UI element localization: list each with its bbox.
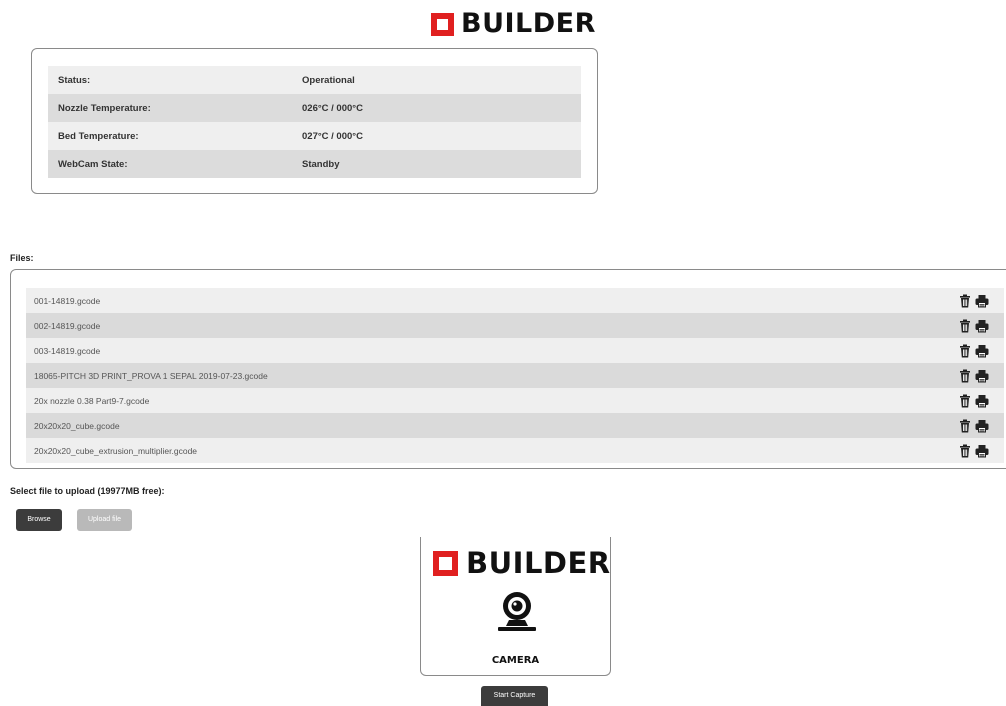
logo-text: BUILDER <box>461 8 596 39</box>
trash-icon[interactable] <box>958 394 972 408</box>
start-capture-button[interactable]: Start Capture <box>481 686 548 706</box>
file-row[interactable]: 003-14819.gcode <box>26 338 1004 363</box>
file-row[interactable]: 18065-PITCH 3D PRINT_PROVA 1 SEPAL 2019-… <box>26 363 1004 388</box>
file-actions <box>958 444 989 458</box>
printer-icon[interactable] <box>975 419 989 433</box>
webcam-icon <box>498 592 536 631</box>
trash-icon[interactable] <box>958 444 972 458</box>
printer-icon[interactable] <box>975 394 989 408</box>
printer-icon[interactable] <box>975 369 989 383</box>
file-row[interactable]: 002-14819.gcode <box>26 313 1004 338</box>
camera-builder-logo: BUILDER <box>433 548 611 578</box>
status-label: Status: <box>48 66 302 94</box>
trash-icon[interactable] <box>958 369 972 383</box>
nozzle-temperature-row: Nozzle Temperature: 026°C / 000°C <box>48 94 581 122</box>
file-row[interactable]: 20x20x20_cube_extrusion_multiplier.gcode <box>26 438 1004 463</box>
files-panel[interactable]: 001-14819.gcode 002-14819.gcode 003-1481… <box>10 269 1006 469</box>
file-actions <box>958 294 989 308</box>
file-actions <box>958 394 989 408</box>
status-value: Operational <box>302 66 581 94</box>
nozzle-temperature-value: 026°C / 000°C <box>302 94 581 122</box>
file-name[interactable]: 002-14819.gcode <box>34 321 100 331</box>
webcam-state-label: WebCam State: <box>48 150 302 178</box>
file-name[interactable]: 001-14819.gcode <box>34 296 100 306</box>
webcam-state-row: WebCam State: Standby <box>48 150 581 178</box>
printer-icon[interactable] <box>975 294 989 308</box>
printer-icon[interactable] <box>975 444 989 458</box>
file-actions <box>958 369 989 383</box>
trash-icon[interactable] <box>958 344 972 358</box>
trash-icon[interactable] <box>958 294 972 308</box>
status-table: Status: Operational Nozzle Temperature: … <box>48 66 581 178</box>
file-name[interactable]: 20x20x20_cube_extrusion_multiplier.gcode <box>34 446 197 456</box>
browse-button[interactable]: Browse <box>16 509 62 531</box>
trash-icon[interactable] <box>958 319 972 333</box>
logo-square-icon <box>431 12 454 36</box>
file-list: 001-14819.gcode 002-14819.gcode 003-1481… <box>26 288 1004 463</box>
builder-logo: BUILDER <box>431 10 596 38</box>
files-title: Files: <box>10 253 34 263</box>
file-actions <box>958 344 989 358</box>
logo-square-icon <box>433 550 458 576</box>
webcam-state-value: Standby <box>302 150 581 178</box>
printer-icon[interactable] <box>975 344 989 358</box>
file-name[interactable]: 20x20x20_cube.gcode <box>34 421 120 431</box>
bed-temperature-label: Bed Temperature: <box>48 122 302 150</box>
bed-temperature-row: Bed Temperature: 027°C / 000°C <box>48 122 581 150</box>
status-row: Status: Operational <box>48 66 581 94</box>
printer-icon[interactable] <box>975 319 989 333</box>
upload-label: Select file to upload (19977MB free): <box>10 486 165 496</box>
nozzle-temperature-label: Nozzle Temperature: <box>48 94 302 122</box>
file-actions <box>958 419 989 433</box>
upload-file-button[interactable]: Upload file <box>77 509 132 531</box>
file-row[interactable]: 001-14819.gcode <box>26 288 1004 313</box>
file-actions <box>958 319 989 333</box>
file-row[interactable]: 20x nozzle 0.38 Part9-7.gcode <box>26 388 1004 413</box>
status-panel: Status: Operational Nozzle Temperature: … <box>31 48 598 194</box>
camera-label: CAMERA <box>491 655 540 666</box>
file-name[interactable]: 003-14819.gcode <box>34 346 100 356</box>
trash-icon[interactable] <box>958 419 972 433</box>
bed-temperature-value: 027°C / 000°C <box>302 122 581 150</box>
file-row[interactable]: 20x20x20_cube.gcode <box>26 413 1004 438</box>
file-name[interactable]: 20x nozzle 0.38 Part9-7.gcode <box>34 396 149 406</box>
file-name[interactable]: 18065-PITCH 3D PRINT_PROVA 1 SEPAL 2019-… <box>34 371 268 381</box>
camera-logo-text: BUILDER <box>466 546 611 580</box>
